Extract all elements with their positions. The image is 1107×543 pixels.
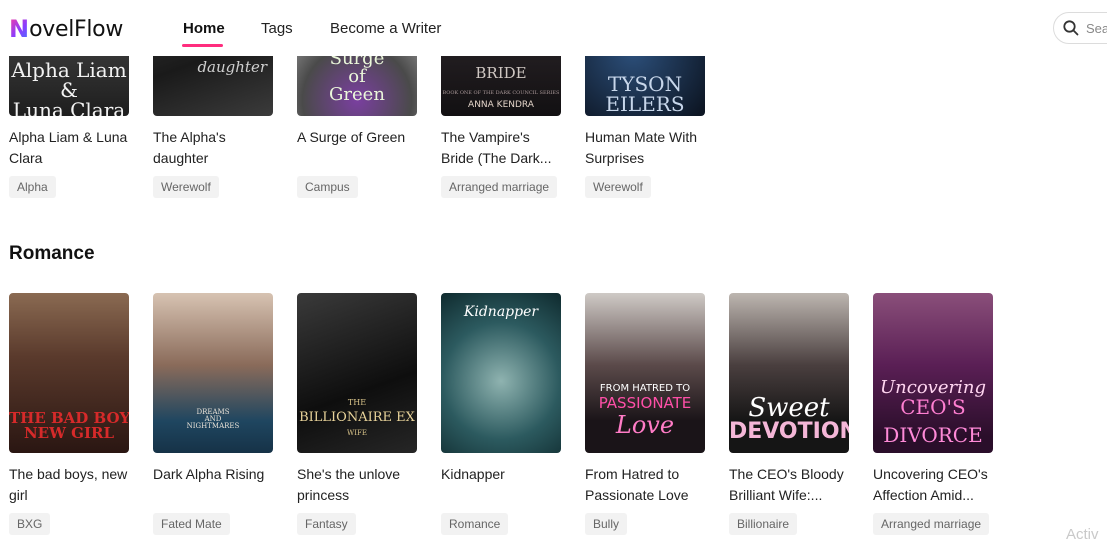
nav-tags[interactable]: Tags [261,20,293,37]
book-tag[interactable]: Bully [585,513,628,535]
nav-become-writer[interactable]: Become a Writer [330,20,441,37]
cover-art-kicker: THE [347,398,367,407]
book-cover[interactable]: THE BAD BOYS NEW GIRL [9,293,129,453]
book-title[interactable]: From Hatred to Passionate Love [585,464,709,506]
cover-art-subtext: DIVORCE [883,423,983,447]
cover-art-text: daughter [197,58,267,76]
book-title[interactable]: Kidnapper [441,464,565,485]
cover-art-text: BRIDE [475,64,527,82]
search-input[interactable]: Sear [1086,21,1107,36]
cover-art-text: Sweet [748,393,830,423]
book-tag[interactable]: Arranged marriage [441,176,558,198]
book-cover[interactable]: Kidnapper [441,293,561,453]
book-tag[interactable]: Fated Mate [153,513,230,535]
book-title[interactable]: Uncovering CEO's Affection Amid... [873,464,997,506]
cover-art-text: THE BAD BOYS NEW GIRL [9,409,129,442]
activation-watermark: Activ [1066,526,1099,543]
book-tag[interactable]: Billionaire [729,513,798,535]
book-title[interactable]: The Alpha's daughter [153,127,277,169]
book-tag[interactable]: Arranged marriage [873,513,990,535]
section-title-romance: Romance [9,243,95,264]
cover-art-text: PASSIONATE [598,394,692,412]
cover-art-text: Alpha Liam & Luna Clara [11,58,127,116]
book-tag[interactable]: Fantasy [297,513,356,535]
book-tag[interactable]: Romance [441,513,509,535]
top-header: NovelFlow Home Tags Become a Writer Sear [0,0,1107,56]
book-cover[interactable]: Uncovering CEO'S DIVORCE [873,293,993,453]
book-title[interactable]: Dark Alpha Rising [153,464,277,485]
search-icon [1063,20,1079,36]
cover-art-subtext: CEO'S [900,395,966,419]
cover-art-text: BILLIONAIRE EX [299,410,415,425]
cover-art-subtext: WIFE [347,429,367,437]
book-title[interactable]: The CEO's Bloody Brilliant Wife:... [729,464,853,506]
book-tag[interactable]: Werewolf [153,176,219,198]
cover-art-author: ANNA KENDRA [468,100,534,110]
cover-art-text: Kidnapper [463,304,539,320]
book-title[interactable]: The Vampire's Bride (The Dark... [441,127,565,169]
book-title[interactable]: Alpha Liam & Luna Clara [9,127,133,169]
nav-active-indicator [182,44,223,47]
cover-art-text: TYSON EILERS [605,72,685,116]
book-cover[interactable]: FROM HATRED TO PASSIONATE Love [585,293,705,453]
book-tag[interactable]: Werewolf [585,176,651,198]
book-tag[interactable]: Alpha [9,176,56,198]
book-cover[interactable]: THE BILLIONAIRE EX WIFE [297,293,417,453]
book-tag[interactable]: Campus [297,176,358,198]
cover-art-kicker: FROM HATRED TO [599,383,691,394]
book-cover[interactable]: DREAMS AND NIGHTMARES [153,293,273,453]
cover-art-text: DREAMS AND NIGHTMARES [186,408,240,430]
book-title[interactable]: A Surge of Green [297,127,421,148]
novelflow-logo[interactable]: NovelFlow [9,15,123,43]
book-cover[interactable]: Sweet DEVOTION [729,293,849,453]
cover-art-subtext: DEVOTION [729,419,849,444]
cover-art-subtext: BOOK ONE OF THE DARK COUNCIL SERIES [442,90,560,96]
book-title[interactable]: Human Mate With Surprises [585,127,709,169]
book-title[interactable]: The bad boys, new girl [9,464,133,506]
logo-initial: N [9,15,30,43]
search-box[interactable]: Sear [1053,12,1107,44]
cover-art-subtext: Love [615,411,675,439]
nav-home[interactable]: Home [183,20,225,37]
book-title[interactable]: She's the unlove princess [297,464,421,506]
cover-art-text: Surge of Green [329,48,385,105]
book-tag[interactable]: BXG [9,513,51,535]
logo-wordmark: ovelFlow [29,16,124,42]
